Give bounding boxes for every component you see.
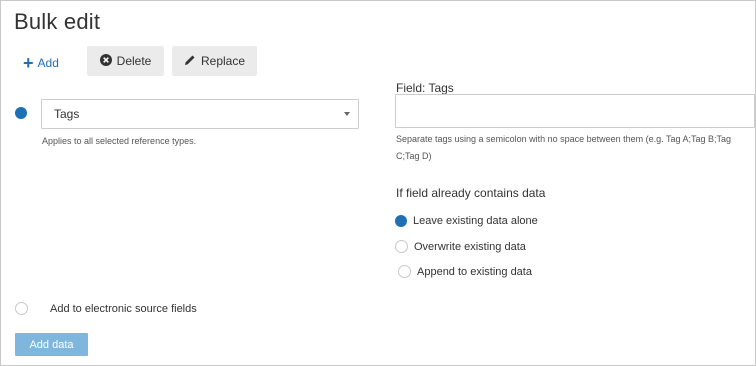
delete-button[interactable]: Delete [87,46,164,76]
option-leave-existing[interactable]: Leave existing data alone [395,215,538,227]
electronic-source-label: Add to electronic source fields [50,302,197,315]
tags-help-text: Separate tags using a semicolon with no … [396,134,732,161]
plus-icon: + [23,53,34,73]
row-select-radio[interactable] [15,107,27,119]
add-button-label: Add [37,56,59,70]
option-label: Append to existing data [417,265,532,278]
field-label: Field: Tags [396,81,454,95]
replace-button-label: Replace [200,54,246,68]
radio-unselected[interactable] [395,240,408,253]
bulk-edit-panel: Bulk edit + Add Delete Replace Tags Appl… [0,0,756,366]
delete-circle-icon [99,53,112,69]
replace-button[interactable]: Replace [172,46,257,76]
page-title: Bulk edit [14,9,101,34]
add-button[interactable]: + Add [23,51,59,75]
field-select[interactable]: Tags [41,99,359,129]
field-helper-text: Applies to all selected reference types. [42,136,197,146]
chevron-down-icon [344,112,350,116]
electronic-source-radio[interactable] [15,302,28,315]
option-append-existing[interactable]: Append to existing data [395,265,532,278]
electronic-source-option[interactable]: Add to electronic source fields [15,302,197,315]
radio-selected[interactable] [395,215,407,227]
existing-data-heading: If field already contains data [396,186,546,200]
option-label: Overwrite existing data [414,240,526,253]
delete-button-label: Delete [116,54,152,68]
pencil-icon [184,54,196,69]
option-overwrite-existing[interactable]: Overwrite existing data [395,240,526,253]
add-data-button[interactable]: Add data [15,333,88,356]
radio-unselected[interactable] [398,265,411,278]
tags-input[interactable] [395,94,755,128]
option-label: Leave existing data alone [413,215,538,227]
field-select-value: Tags [54,107,80,121]
